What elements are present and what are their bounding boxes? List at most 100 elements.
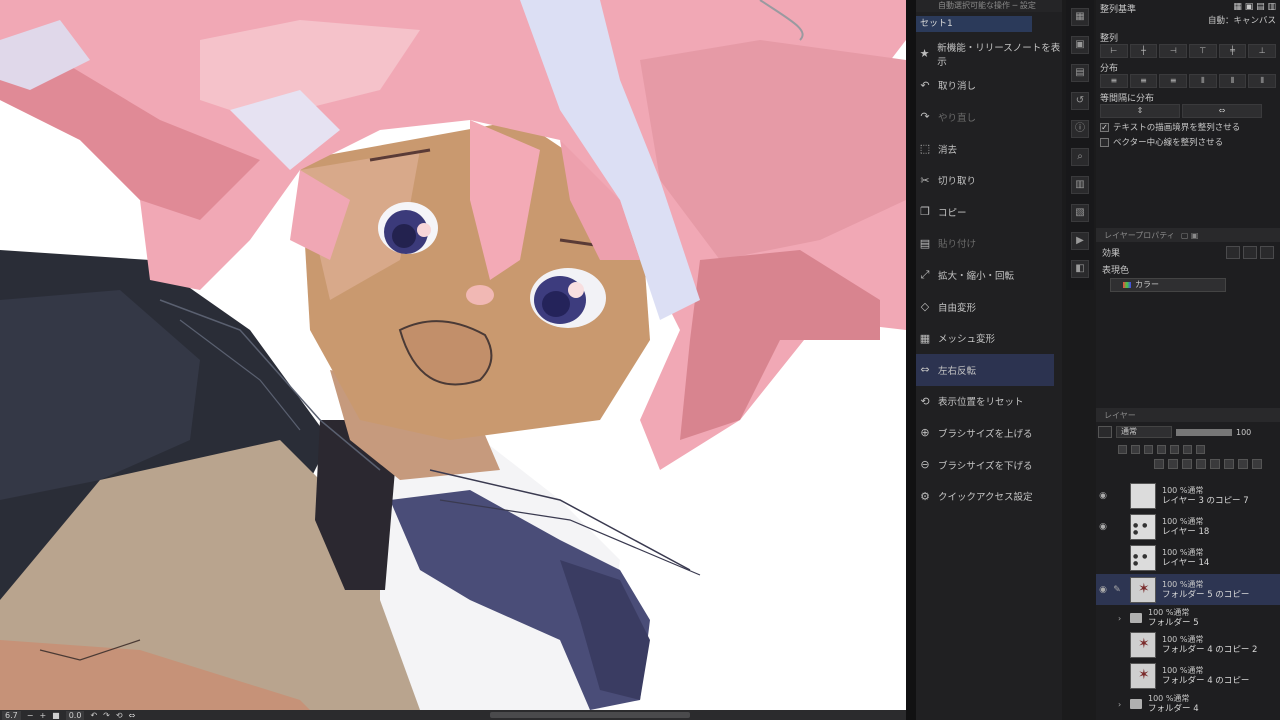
visibility-eye-icon[interactable]: ◉ xyxy=(1096,522,1110,532)
quick-access-panel: 自動選択可能な操作 ─ 設定 セット1 ★ 新機能・リリースノートを表示 ↶ 取り消し… xyxy=(916,0,1062,720)
quick-access-item[interactable]: ▦ メッシュ変形 xyxy=(916,322,1062,354)
horizontal-scrollbar[interactable] xyxy=(490,712,690,718)
layer-row[interactable]: 100 %通常フォルダー 4 のコピー 2 xyxy=(1096,629,1280,660)
align-left-button[interactable]: ⊢ xyxy=(1100,44,1128,58)
quick-access-item[interactable]: ✂ 切り取り xyxy=(916,164,1062,196)
equal-spacing-v-button[interactable]: ⇕ xyxy=(1100,104,1180,118)
distribute-left-button[interactable]: ⦀ xyxy=(1189,74,1217,88)
layer-lock-icon[interactable] xyxy=(1098,426,1112,438)
checkbox-checked-icon[interactable]: ✓ xyxy=(1100,122,1109,132)
layer-thumbnail xyxy=(1130,544,1156,571)
drawing-canvas[interactable] xyxy=(0,0,906,710)
flip-button[interactable]: ⇔ xyxy=(129,711,136,720)
distribute-bottom-button[interactable]: ≡ xyxy=(1159,74,1188,88)
expand-arrow-icon[interactable]: › xyxy=(1118,614,1128,623)
scale-icon: ⤢ xyxy=(920,267,930,281)
expand-arrow-icon[interactable]: › xyxy=(1118,700,1128,709)
quick-access-item[interactable]: ⊕ ブラシサイズを上げる xyxy=(916,417,1062,449)
quick-access-item[interactable]: ★ 新機能・リリースノートを表示 xyxy=(916,38,1062,70)
equal-spacing-label: 等間隔に分布 xyxy=(1100,94,1155,104)
layer-search-icon[interactable]: ⌕ xyxy=(1071,148,1089,166)
history-icon[interactable]: ↺ xyxy=(1071,92,1089,110)
rotate-right-button[interactable]: ↷ xyxy=(103,711,110,720)
quick-access-item[interactable]: ⤢ 拡大・縮小・回転 xyxy=(916,259,1062,291)
layer-row[interactable]: 100 %通常フォルダー 4 のコピー xyxy=(1096,660,1280,691)
rotate-left-button[interactable]: ↶ xyxy=(90,711,97,720)
visibility-eye-icon[interactable]: ◉ xyxy=(1096,491,1110,501)
layer-row[interactable]: 100 %通常レイヤー 14 xyxy=(1096,542,1280,573)
quick-access-item[interactable]: ⚙ クイックアクセス設定 xyxy=(916,480,1062,512)
layer-thumbnail xyxy=(1130,662,1156,689)
redo-icon: ↷ xyxy=(920,110,930,124)
quick-access-label: メッシュ変形 xyxy=(938,334,996,346)
quick-access-item[interactable]: ⟲ 表示位置をリセット xyxy=(916,386,1062,418)
navigator-icon[interactable]: ▦ xyxy=(1071,8,1089,26)
quick-access-label: やり直し xyxy=(938,112,977,124)
layer-thumbnail xyxy=(1130,482,1156,509)
expression-color-select[interactable]: カラー xyxy=(1110,278,1226,292)
layer-tab[interactable]: レイヤー xyxy=(1104,410,1136,421)
panel-divider[interactable] xyxy=(906,0,916,720)
layer-folder-row[interactable]: › 100 %通常 フォルダー 5 xyxy=(1096,605,1280,631)
layer-row[interactable]: ◉ 100 %通常レイヤー 18 xyxy=(1096,511,1280,542)
blend-mode-select[interactable]: 通常 xyxy=(1116,426,1172,438)
auto-action-icon[interactable]: ▶ xyxy=(1071,232,1089,250)
layer-row[interactable]: ◉ 100 %通常 レイヤー 3 のコピー 7 xyxy=(1096,480,1280,511)
align-basis-icons[interactable]: ▦ ▣ ▤ ▥ xyxy=(1233,2,1276,14)
layer-folder-row[interactable]: › 100 %通常 フォルダー 4 xyxy=(1096,691,1280,717)
expression-color-label: 表現色 xyxy=(1102,266,1130,276)
quick-access-item[interactable]: ❐ コピー xyxy=(916,196,1062,228)
opacity-slider[interactable] xyxy=(1176,428,1232,436)
quick-access-item[interactable]: ↷ やり直し xyxy=(916,101,1062,133)
quick-access-label: 取り消し xyxy=(938,81,977,93)
flip-icon: ⇔ xyxy=(920,363,930,377)
text-bounds-checkbox[interactable]: ✓ テキストの描画境界を整列させる xyxy=(1100,121,1276,133)
quick-access-set-select[interactable]: セット1 xyxy=(916,16,1032,32)
rotation-value[interactable]: 0.0 xyxy=(65,710,85,720)
layer-mode: 100 %通常 xyxy=(1162,547,1204,557)
align-basis-value[interactable]: 自動：キャンバス xyxy=(1100,14,1276,28)
info-icon[interactable]: ⓘ xyxy=(1071,120,1089,138)
distribute-center-button[interactable]: ≡ xyxy=(1129,74,1158,88)
equal-spacing-h-button[interactable]: ⇔ xyxy=(1182,104,1262,118)
quick-access-item[interactable]: ◇ 自由変形 xyxy=(916,291,1062,323)
zoom-value[interactable]: 6.7 xyxy=(2,710,21,720)
layer-row[interactable]: ◉✎ 100 %通常フォルダー 5 のコピー xyxy=(1096,574,1280,605)
fit-button[interactable]: ■ xyxy=(52,711,60,720)
quick-access-label: 切り取り xyxy=(938,176,977,188)
distribute-right-button[interactable]: ⦀ xyxy=(1248,74,1277,88)
align-center-v-button[interactable]: ╪ xyxy=(1218,44,1247,58)
tab-icons[interactable]: ▢ ▣ xyxy=(1181,231,1199,240)
effect-buttons[interactable] xyxy=(1226,246,1274,259)
quick-access-item[interactable]: ⊖ ブラシサイズを下げる xyxy=(916,449,1062,481)
quick-access-item[interactable]: ⬚ 消去 xyxy=(916,133,1062,165)
item-bank-icon[interactable]: ▥ xyxy=(1071,176,1089,194)
layer-property-tab[interactable]: レイヤープロパティ xyxy=(1104,230,1175,241)
text-bounds-label: テキストの描画境界を整列させる xyxy=(1113,123,1241,133)
vector-center-checkbox[interactable]: ベクター中心線を整列させる xyxy=(1100,136,1276,148)
align-center-h-button[interactable]: ┼ xyxy=(1129,44,1158,58)
distribute-middle-button[interactable]: ⦀ xyxy=(1218,74,1247,88)
animation-icon[interactable]: ▧ xyxy=(1071,204,1089,222)
checkbox-icon[interactable] xyxy=(1100,137,1109,147)
reset-rotation-button[interactable]: ⟲ xyxy=(116,711,123,720)
color-set-icon[interactable]: ◧ xyxy=(1071,260,1089,278)
zoom-in-button[interactable]: + xyxy=(39,711,46,720)
quick-access-item[interactable]: ▤ 貼り付け xyxy=(916,228,1062,260)
align-bottom-button[interactable]: ⊥ xyxy=(1248,44,1277,58)
material-icon[interactable]: ▤ xyxy=(1071,64,1089,82)
quick-access-item[interactable]: ↶ 取り消し xyxy=(916,70,1062,102)
quick-access-item[interactable]: ⇔ 左右反転 xyxy=(916,353,1054,386)
distribute-top-button[interactable]: ≡ xyxy=(1100,74,1128,88)
opacity-value[interactable]: 100 xyxy=(1236,428,1251,437)
visibility-eye-icon[interactable]: ◉ xyxy=(1096,585,1110,595)
zoom-out-button[interactable]: − xyxy=(27,711,34,720)
align-top-button[interactable]: ⊤ xyxy=(1189,44,1217,58)
layer-name: フォルダー 4 のコピー 2 xyxy=(1162,644,1258,655)
align-right-button[interactable]: ⊣ xyxy=(1159,44,1188,58)
quick-access-label: 貼り付け xyxy=(938,239,977,251)
quick-access-label: クイックアクセス設定 xyxy=(938,492,1033,504)
sub-view-icon[interactable]: ▣ xyxy=(1071,36,1089,54)
align-label: 整列 xyxy=(1100,34,1119,44)
illustration xyxy=(0,0,906,710)
